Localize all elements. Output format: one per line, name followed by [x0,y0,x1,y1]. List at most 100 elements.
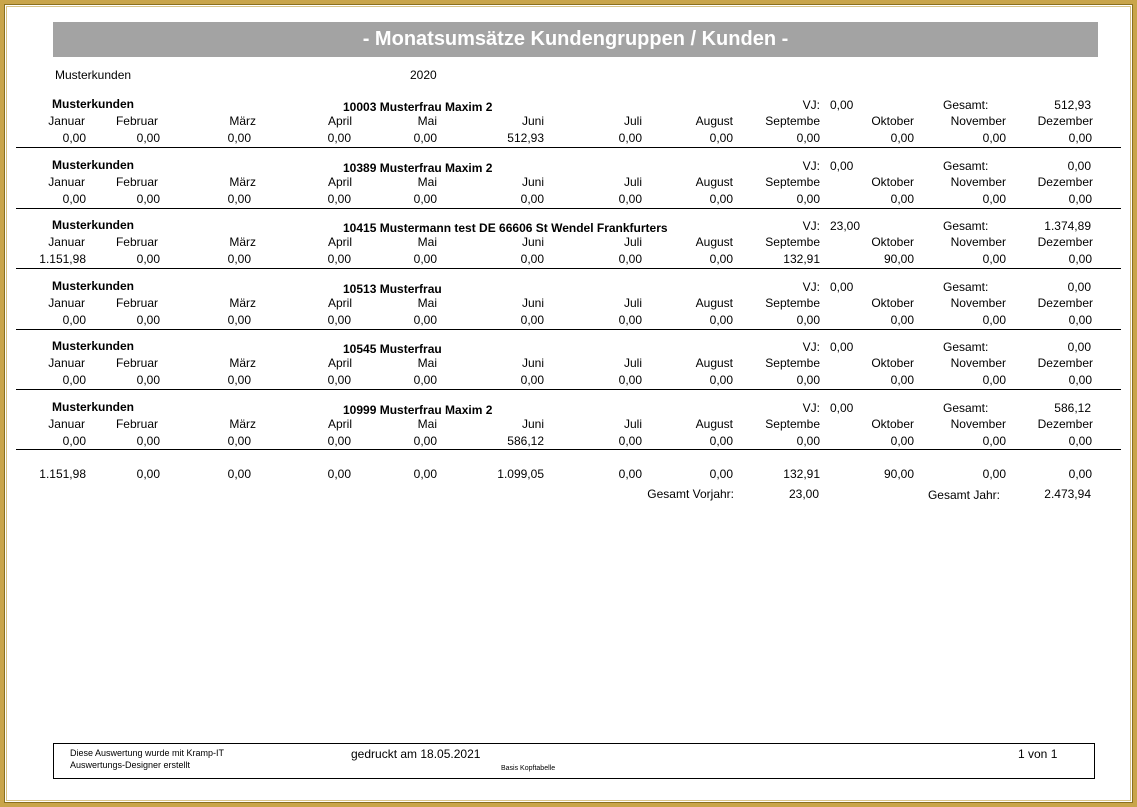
month-value: 0,00 [709,192,733,206]
month-value: 0,00 [327,131,351,145]
month-value: 0,00 [327,313,351,327]
vj-label: VJ: [802,98,820,112]
gesamt-value: 512,93 [1054,98,1091,112]
total-month-value: 132,91 [783,467,820,481]
customer-name: 10415 Mustermann test DE 66606 St Wendel… [343,221,668,235]
month-value: 0,00 [1068,131,1092,145]
customer-name: 10545 Musterfrau [343,342,442,356]
month-label: Januar [48,296,85,310]
gesamt-value: 586,12 [1054,401,1091,415]
gesamt-vorjahr-value: 23,00 [788,487,819,501]
month-label: April [327,114,352,128]
month-value: 0,00 [982,434,1006,448]
month-label: April [327,296,352,310]
vj-value: 0,00 [830,280,854,294]
month-value: 0,00 [796,434,820,448]
month-label: Septembe [765,235,820,249]
month-label: Oktober [871,356,914,370]
month-value: 0,00 [709,131,733,145]
month-value: 0,00 [227,131,251,145]
month-label: März [229,356,256,370]
month-value: 0,00 [227,313,251,327]
month-label: Oktober [871,235,914,249]
month-label: August [695,175,733,189]
month-value: 0,00 [136,434,160,448]
month-value: 132,91 [783,252,820,266]
month-label: Juli [623,356,642,370]
month-value: 0,00 [982,313,1006,327]
month-value: 0,00 [413,192,437,206]
month-value: 0,00 [709,252,733,266]
month-label: Januar [48,356,85,370]
month-label: Juli [623,235,642,249]
gesamt-label: Gesamt: [943,340,989,354]
month-value: 0,00 [227,192,251,206]
month-value: 0,00 [520,373,544,387]
month-label: April [327,235,352,249]
gesamt-value: 0,00 [1067,280,1091,294]
month-value: 0,00 [62,192,86,206]
month-label: April [327,417,352,431]
month-label: Dezember [1037,417,1093,431]
month-label: Februar [115,417,158,431]
customer-group-label: Musterkunden [52,400,135,414]
month-label: November [950,356,1006,370]
month-value: 0,00 [413,313,437,327]
footer-page-number: 1 von 1 [1018,747,1058,761]
month-value: 0,00 [1068,434,1092,448]
month-value: 0,00 [890,373,914,387]
footer-basis: Basis Kopftabelle [501,765,556,772]
month-label: Januar [48,417,85,431]
month-value: 0,00 [327,252,351,266]
month-value: 0,00 [136,192,160,206]
month-value: 0,00 [413,373,437,387]
month-label: November [950,175,1006,189]
month-value: 0,00 [62,131,86,145]
gesamt-jahr-label: Gesamt Jahr: [927,488,1000,502]
month-label: März [229,235,256,249]
month-label: Juli [623,175,642,189]
month-label: August [695,296,733,310]
month-value: 0,00 [890,131,914,145]
month-label: Mai [417,296,437,310]
month-label: Septembe [765,417,820,431]
month-value: 0,00 [413,131,437,145]
vj-value: 0,00 [830,159,854,173]
customer-name: 10389 Musterfrau Maxim 2 [343,161,493,175]
row-separator [16,389,1121,390]
month-label: Septembe [765,296,820,310]
row-separator [16,208,1121,209]
month-value: 0,00 [796,192,820,206]
gesamt-label: Gesamt: [943,98,989,112]
month-label: Septembe [765,114,820,128]
month-value: 0,00 [618,434,642,448]
vj-label: VJ: [802,340,820,354]
month-label: Mai [417,356,437,370]
month-label: Mai [417,175,437,189]
month-value: 0,00 [709,434,733,448]
month-value: 0,00 [890,313,914,327]
footer-printed-date: gedruckt am 18.05.2021 [351,747,481,761]
month-label: Juni [521,114,544,128]
month-label: Dezember [1037,296,1093,310]
month-label: April [327,356,352,370]
totals-separator [16,449,1121,450]
month-label: Dezember [1037,114,1093,128]
month-value: 0,00 [520,252,544,266]
vj-label: VJ: [802,401,820,415]
gesamt-label: Gesamt: [943,219,989,233]
month-label: Juni [521,356,544,370]
customer-group-label: Musterkunden [52,279,135,293]
total-month-value: 0,00 [1068,467,1092,481]
month-label: Januar [48,114,85,128]
month-label: Septembe [765,175,820,189]
month-value: 0,00 [618,313,642,327]
month-value: 0,00 [413,434,437,448]
customer-group-label: Musterkunden [52,339,135,353]
month-value: 0,00 [413,252,437,266]
month-value: 1.151,98 [39,252,86,266]
month-value: 0,00 [890,434,914,448]
header-group: Musterkunden [55,68,132,82]
month-label: Oktober [871,175,914,189]
gesamt-value: 0,00 [1067,159,1091,173]
